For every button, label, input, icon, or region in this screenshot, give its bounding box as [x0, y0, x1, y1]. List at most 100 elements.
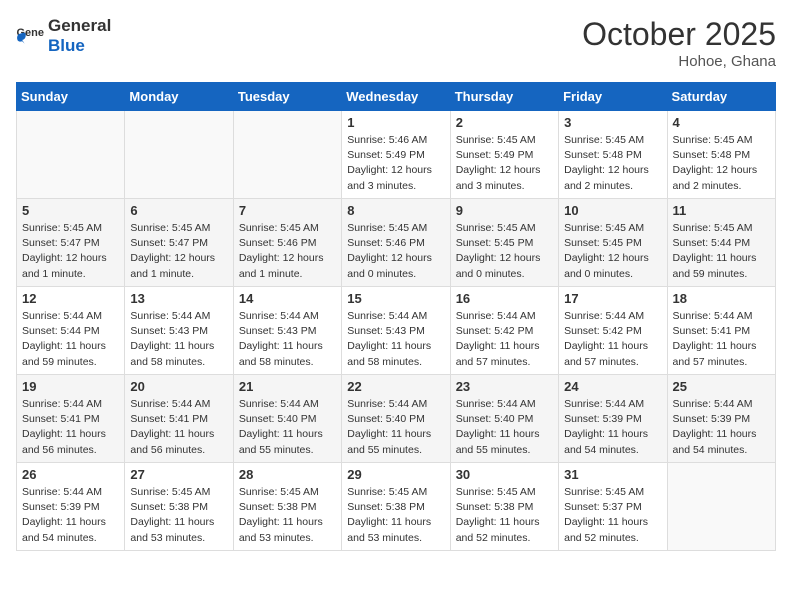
daylight-text: Daylight: 12 hours and 3 minutes.	[347, 164, 432, 191]
sunrise-text: Sunrise: 5:45 AM	[564, 222, 644, 234]
calendar-cell: 25Sunrise: 5:44 AMSunset: 5:39 PMDayligh…	[667, 375, 775, 463]
daylight-text: Daylight: 11 hours and 56 minutes.	[130, 428, 214, 455]
sunrise-text: Sunrise: 5:44 AM	[22, 398, 102, 410]
calendar-cell: 9Sunrise: 5:45 AMSunset: 5:45 PMDaylight…	[450, 199, 558, 287]
weekday-header-friday: Friday	[559, 83, 667, 111]
calendar-cell: 6Sunrise: 5:45 AMSunset: 5:47 PMDaylight…	[125, 199, 233, 287]
day-info: Sunrise: 5:45 AMSunset: 5:38 PMDaylight:…	[130, 485, 227, 546]
calendar-body: 1Sunrise: 5:46 AMSunset: 5:49 PMDaylight…	[17, 111, 776, 551]
day-number: 4	[673, 115, 770, 130]
sunrise-text: Sunrise: 5:44 AM	[456, 310, 536, 322]
day-info: Sunrise: 5:44 AMSunset: 5:42 PMDaylight:…	[456, 309, 553, 370]
sunset-text: Sunset: 5:45 PM	[564, 237, 642, 249]
calendar-cell: 15Sunrise: 5:44 AMSunset: 5:43 PMDayligh…	[342, 287, 450, 375]
sunrise-text: Sunrise: 5:44 AM	[347, 398, 427, 410]
daylight-text: Daylight: 11 hours and 58 minutes.	[239, 340, 323, 367]
weekday-header-sunday: Sunday	[17, 83, 125, 111]
sunrise-text: Sunrise: 5:45 AM	[564, 486, 644, 498]
sunset-text: Sunset: 5:39 PM	[564, 413, 642, 425]
sunset-text: Sunset: 5:38 PM	[456, 501, 534, 513]
sunset-text: Sunset: 5:37 PM	[564, 501, 642, 513]
daylight-text: Daylight: 11 hours and 53 minutes.	[347, 516, 431, 543]
day-info: Sunrise: 5:45 AMSunset: 5:47 PMDaylight:…	[130, 221, 227, 282]
sunset-text: Sunset: 5:42 PM	[456, 325, 534, 337]
daylight-text: Daylight: 12 hours and 0 minutes.	[456, 252, 541, 279]
day-info: Sunrise: 5:44 AMSunset: 5:39 PMDaylight:…	[673, 397, 770, 458]
calendar-cell: 22Sunrise: 5:44 AMSunset: 5:40 PMDayligh…	[342, 375, 450, 463]
day-info: Sunrise: 5:44 AMSunset: 5:39 PMDaylight:…	[564, 397, 661, 458]
sunset-text: Sunset: 5:47 PM	[130, 237, 208, 249]
sunset-text: Sunset: 5:38 PM	[347, 501, 425, 513]
sunrise-text: Sunrise: 5:44 AM	[22, 310, 102, 322]
sunset-text: Sunset: 5:40 PM	[347, 413, 425, 425]
calendar-cell	[667, 463, 775, 551]
day-info: Sunrise: 5:46 AMSunset: 5:49 PMDaylight:…	[347, 133, 444, 194]
day-number: 20	[130, 379, 227, 394]
sunrise-text: Sunrise: 5:46 AM	[347, 134, 427, 146]
day-number: 13	[130, 291, 227, 306]
daylight-text: Daylight: 11 hours and 52 minutes.	[456, 516, 540, 543]
daylight-text: Daylight: 11 hours and 57 minutes.	[564, 340, 648, 367]
day-info: Sunrise: 5:44 AMSunset: 5:43 PMDaylight:…	[347, 309, 444, 370]
sunset-text: Sunset: 5:47 PM	[22, 237, 100, 249]
sunrise-text: Sunrise: 5:44 AM	[347, 310, 427, 322]
calendar-cell: 13 Sunrise: 5:44 AMSunset: 5:43 PMDayligh…	[125, 287, 233, 375]
sunset-text: Sunset: 5:38 PM	[130, 501, 208, 513]
day-info: Sunrise: 5:44 AMSunset: 5:40 PMDaylight:…	[239, 397, 336, 458]
weekday-header-thursday: Thursday	[450, 83, 558, 111]
sunset-text: Sunset: 5:38 PM	[239, 501, 317, 513]
sunrise-text: Sunrise: 5:45 AM	[456, 486, 536, 498]
calendar-cell: 11Sunrise: 5:45 AMSunset: 5:44 PMDayligh…	[667, 199, 775, 287]
daylight-text: Daylight: 11 hours and 54 minutes.	[564, 428, 648, 455]
sunrise-text: Sunrise: 5:45 AM	[347, 486, 427, 498]
weekday-header-tuesday: Tuesday	[233, 83, 341, 111]
daylight-text: Daylight: 11 hours and 59 minutes.	[22, 340, 106, 367]
sunset-text: Sunset: 5:49 PM	[456, 149, 534, 161]
day-number: 5	[22, 203, 119, 218]
calendar-cell: 8Sunrise: 5:45 AMSunset: 5:46 PMDaylight…	[342, 199, 450, 287]
calendar-cell: 30Sunrise: 5:45 AMSunset: 5:38 PMDayligh…	[450, 463, 558, 551]
day-info: Sunrise: 5:44 AMSunset: 5:40 PMDaylight:…	[347, 397, 444, 458]
day-number: 9	[456, 203, 553, 218]
day-info: Sunrise: 5:44 AMSunset: 5:43 PMDaylight:…	[130, 309, 227, 370]
day-info: Sunrise: 5:44 AMSunset: 5:40 PMDaylight:…	[456, 397, 553, 458]
calendar-cell	[233, 111, 341, 199]
daylight-text: Daylight: 12 hours and 2 minutes.	[673, 164, 758, 191]
sunrise-text: Sunrise: 5:44 AM	[564, 310, 644, 322]
sunset-text: Sunset: 5:46 PM	[239, 237, 317, 249]
sunrise-text: Sunrise: 5:45 AM	[22, 222, 102, 234]
day-number: 29	[347, 467, 444, 482]
sunset-text: Sunset: 5:41 PM	[673, 325, 751, 337]
day-number: 12	[22, 291, 119, 306]
sunrise-text: Sunrise: 5:45 AM	[673, 222, 753, 234]
day-info: Sunrise: 5:44 AMSunset: 5:44 PMDaylight:…	[22, 309, 119, 370]
calendar-cell: 28Sunrise: 5:45 AMSunset: 5:38 PMDayligh…	[233, 463, 341, 551]
daylight-text: Daylight: 11 hours and 59 minutes.	[673, 252, 757, 279]
day-number: 19	[22, 379, 119, 394]
daylight-text: Daylight: 11 hours and 53 minutes.	[130, 516, 214, 543]
title-area: October 2025 Hohoe, Ghana	[582, 16, 776, 70]
calendar-cell: 14Sunrise: 5:44 AMSunset: 5:43 PMDayligh…	[233, 287, 341, 375]
daylight-text: Daylight: 12 hours and 3 minutes.	[456, 164, 541, 191]
calendar-cell: 10Sunrise: 5:45 AMSunset: 5:45 PMDayligh…	[559, 199, 667, 287]
daylight-text: Daylight: 11 hours and 53 minutes.	[239, 516, 323, 543]
calendar-cell: 4Sunrise: 5:45 AMSunset: 5:48 PMDaylight…	[667, 111, 775, 199]
day-info: Sunrise: 5:45 AM Sunset: 5:38 PM Daylight:…	[456, 485, 553, 546]
sunset-text: Sunset: 5:48 PM	[564, 149, 642, 161]
day-number: 27	[130, 467, 227, 482]
daylight-text: Daylight: 12 hours and 0 minutes.	[564, 252, 649, 279]
day-number: 24	[564, 379, 661, 394]
sunset-text: Sunset: 5:42 PM	[564, 325, 642, 337]
sunset-text: Sunset: 5:48 PM	[673, 149, 751, 161]
daylight-text: Daylight: 11 hours and 55 minutes.	[239, 428, 323, 455]
day-info: Sunrise: 5:44 AMSunset: 5:39 PMDaylight:…	[22, 485, 119, 546]
calendar-cell: 12 Sunrise: 5:44 AMSunset: 5:44 PMDayligh…	[17, 287, 125, 375]
sunrise-text: Sunrise: 5:45 AM	[347, 222, 427, 234]
calendar-cell: 1Sunrise: 5:46 AMSunset: 5:49 PMDaylight…	[342, 111, 450, 199]
calendar-cell: 21Sunrise: 5:44 AMSunset: 5:40 PMDayligh…	[233, 375, 341, 463]
sunset-text: Sunset: 5:39 PM	[22, 501, 100, 513]
day-info: Sunrise: 5:45 AMSunset: 5:37 PMDaylight:…	[564, 485, 661, 546]
day-info: Sunrise: 5:45 AMSunset: 5:46 PMDaylight:…	[347, 221, 444, 282]
sunrise-text: Sunrise: 5:44 AM	[239, 310, 319, 322]
weekday-header-wednesday: Wednesday	[342, 83, 450, 111]
